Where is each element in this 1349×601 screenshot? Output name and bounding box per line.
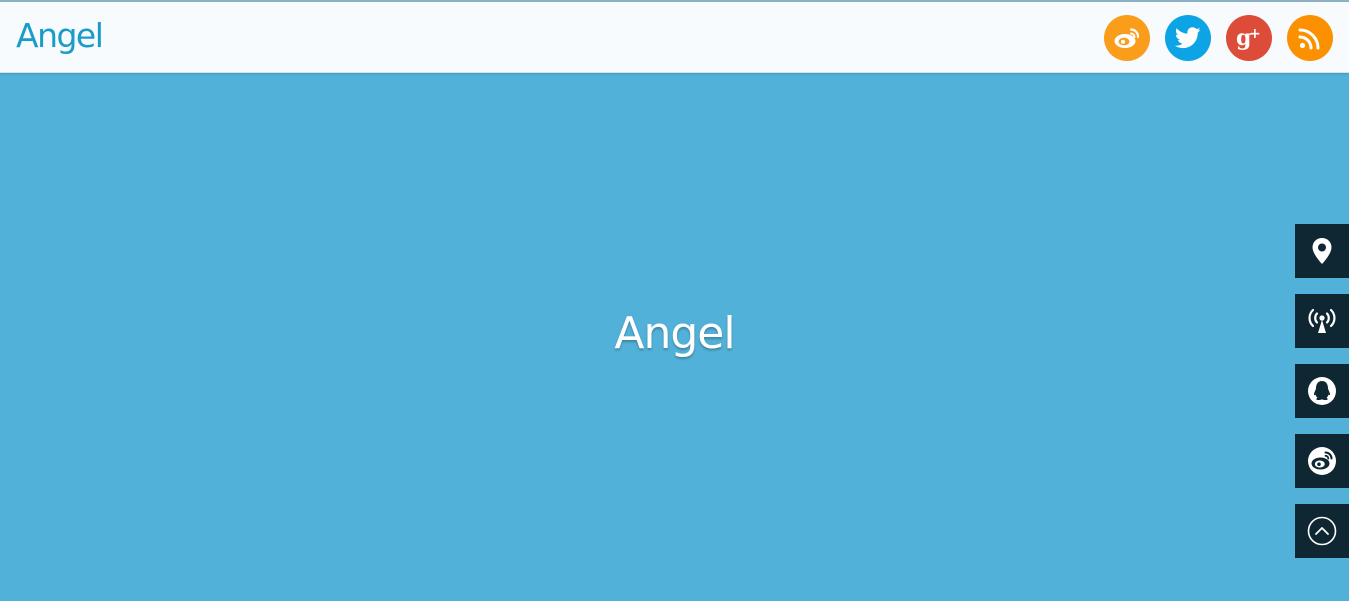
back-to-top-button[interactable]	[1295, 504, 1349, 558]
site-header: Angel g +	[0, 2, 1349, 73]
qq-penguin-icon	[1308, 377, 1336, 405]
location-button[interactable]	[1295, 224, 1349, 278]
back-to-top-icon	[1307, 516, 1337, 546]
twitter-button[interactable]	[1165, 15, 1211, 61]
twitter-icon	[1175, 27, 1201, 49]
weibo-icon	[1308, 447, 1336, 475]
location-pin-icon	[1312, 238, 1332, 264]
google-plus-button[interactable]: g +	[1226, 15, 1272, 61]
broadcast-antenna-icon	[1308, 308, 1336, 333]
side-toolbar	[1295, 224, 1349, 574]
weibo-icon	[1114, 28, 1140, 48]
rss-icon	[1298, 28, 1320, 50]
qq-button[interactable]	[1295, 364, 1349, 418]
broadcast-button[interactable]	[1295, 294, 1349, 348]
social-links: g +	[1104, 15, 1333, 61]
svg-text:+: +	[1249, 26, 1261, 42]
weibo-side-button[interactable]	[1295, 434, 1349, 488]
hero-title: Angel	[614, 308, 735, 359]
site-logo[interactable]: Angel	[16, 16, 104, 55]
weibo-button[interactable]	[1104, 15, 1150, 61]
google-plus-icon: g +	[1236, 25, 1261, 51]
rss-button[interactable]	[1287, 15, 1333, 61]
